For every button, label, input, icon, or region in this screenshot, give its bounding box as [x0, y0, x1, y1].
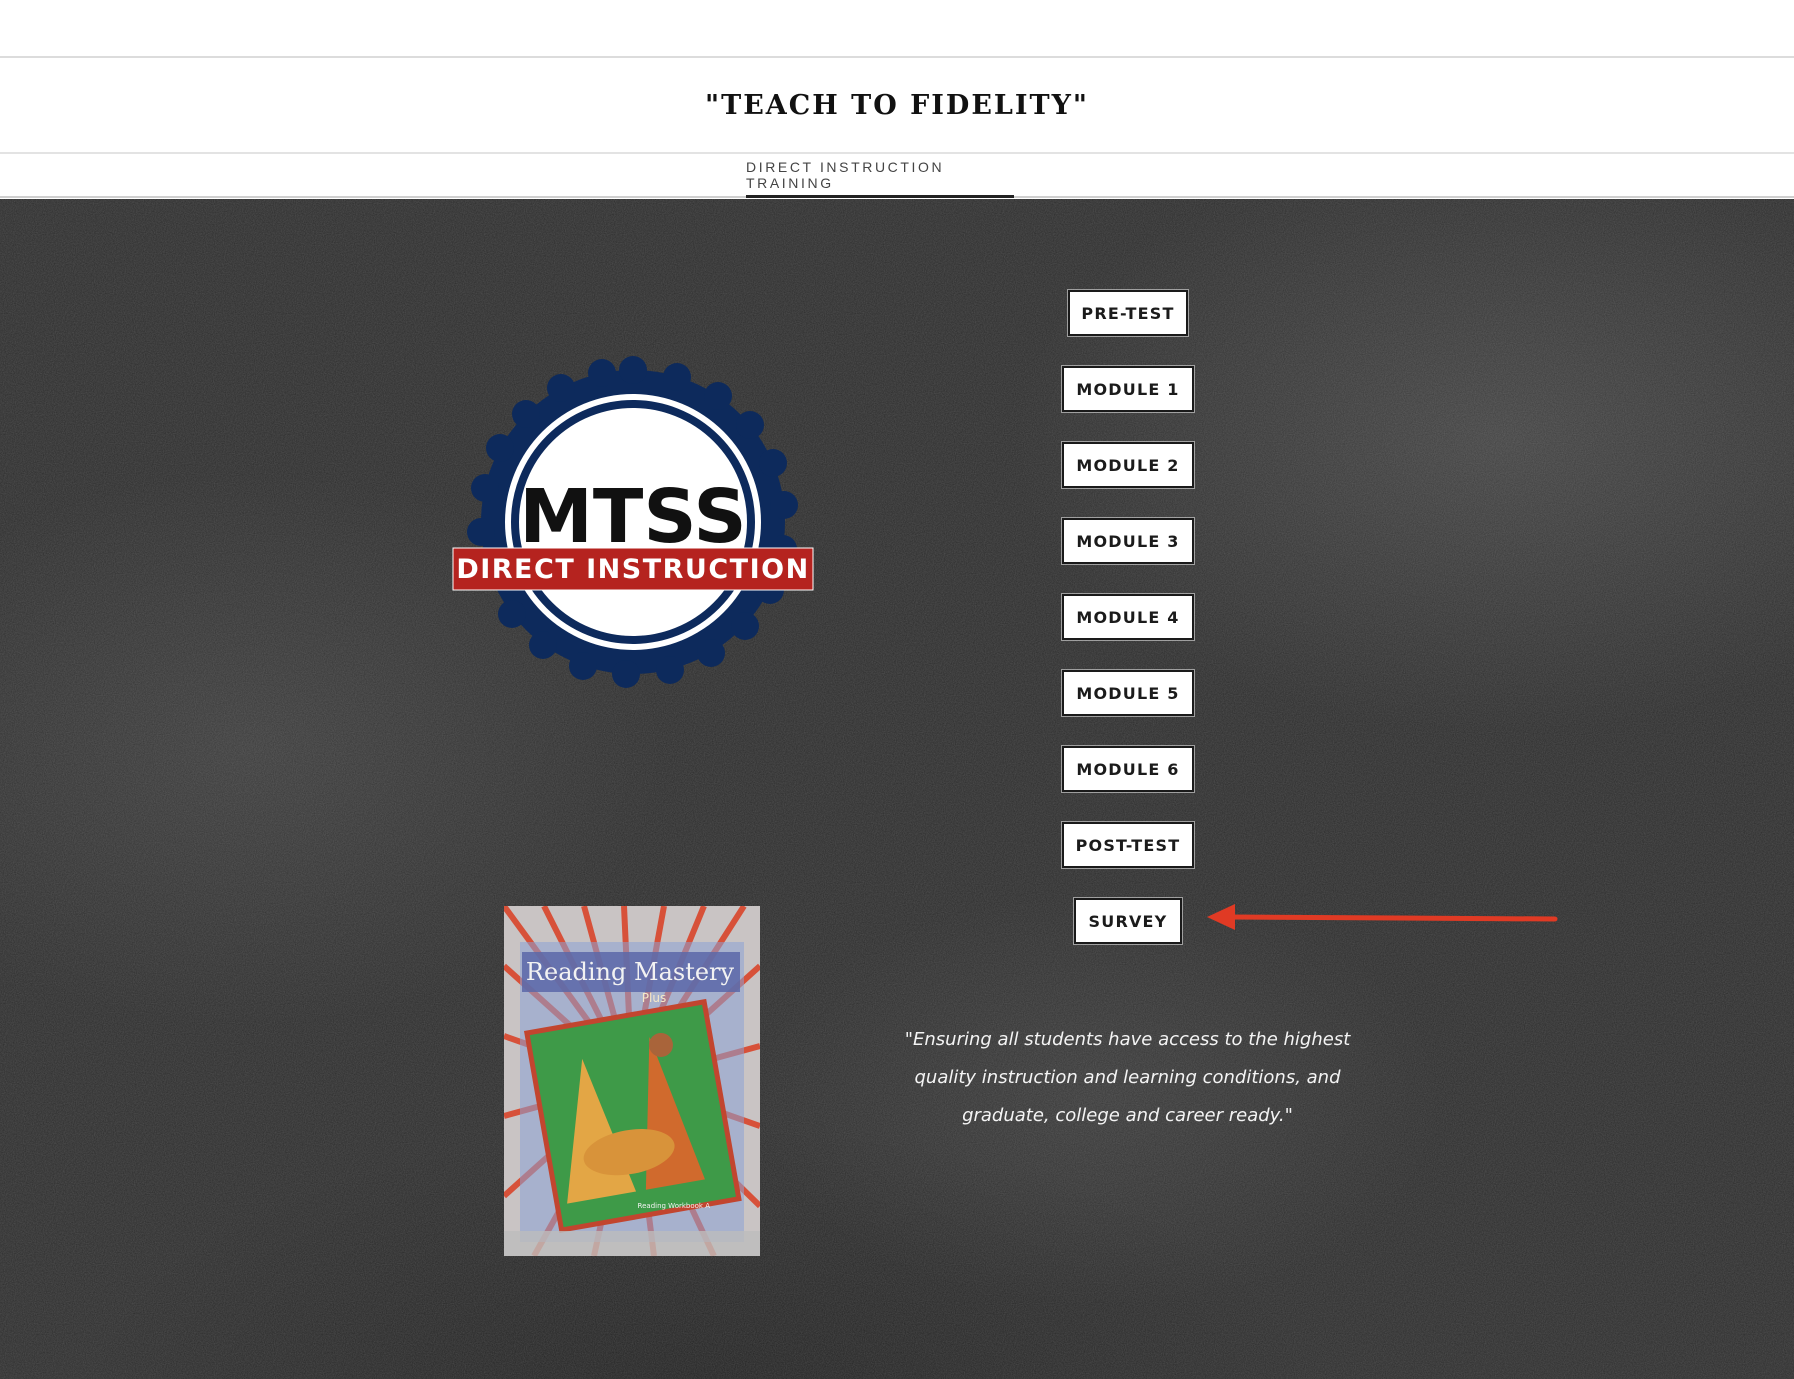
- site-title[interactable]: "TEACH TO FIDELITY": [705, 90, 1089, 121]
- module-3-button[interactable]: MODULE 3: [1062, 518, 1194, 564]
- book-footer: Reading Workbook A: [638, 1202, 711, 1210]
- badge-ribbon: DIRECT INSTRUCTION: [456, 554, 809, 585]
- badge-title: MTSS: [519, 474, 746, 560]
- module-6-button[interactable]: MODULE 6: [1062, 746, 1194, 792]
- module-5-button[interactable]: MODULE 5: [1062, 670, 1194, 716]
- chalkboard-texture: [0, 199, 1794, 1379]
- top-bar: [0, 0, 1794, 58]
- module-4-button[interactable]: MODULE 4: [1062, 594, 1194, 640]
- reading-mastery-book-image: Reading Mastery Plus Reading Workbook A: [504, 906, 760, 1256]
- survey-button[interactable]: SURVEY: [1074, 898, 1182, 944]
- book-title: Reading Mastery: [526, 958, 735, 986]
- site-header: "TEACH TO FIDELITY": [0, 58, 1794, 154]
- post-test-button[interactable]: POST-TEST: [1062, 822, 1194, 868]
- mission-quote: "Ensuring all students have access to th…: [904, 1029, 1351, 1126]
- nav-item-direct-instruction-training[interactable]: DIRECT INSTRUCTION TRAINING: [746, 154, 1014, 198]
- mtss-direct-instruction-badge: MTSS DIRECT INSTRUCTION: [452, 356, 814, 688]
- module-2-button[interactable]: MODULE 2: [1062, 442, 1194, 488]
- module-1-button[interactable]: MODULE 1: [1062, 366, 1194, 412]
- chalkboard-hero: MTSS DIRECT INSTRUCTION Reading Mastery …: [0, 199, 1794, 1379]
- red-arrow-icon: [1207, 904, 1558, 930]
- main-nav: DIRECT INSTRUCTION TRAINING: [0, 154, 1794, 198]
- pre-test-button[interactable]: PRE-TEST: [1068, 290, 1188, 336]
- book-subtitle: Plus: [642, 991, 666, 1005]
